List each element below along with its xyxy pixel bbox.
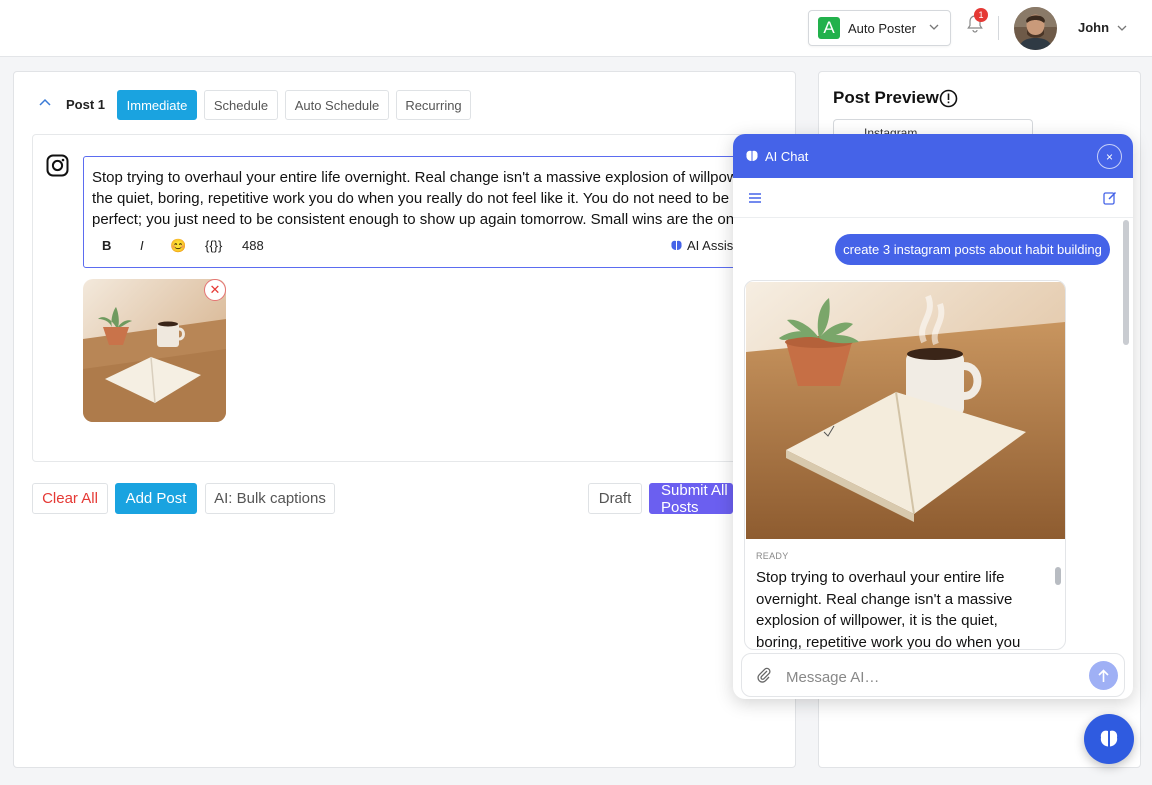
remove-image-button[interactable]: ✕ bbox=[204, 279, 226, 301]
send-button[interactable] bbox=[1089, 661, 1118, 690]
caption-editor[interactable]: Stop trying to overhaul your entire life… bbox=[83, 156, 783, 268]
status-label: READY bbox=[756, 551, 789, 561]
chevron-down-icon bbox=[929, 24, 939, 30]
ai-response-text: Stop trying to overhaul your entire life… bbox=[756, 569, 1021, 650]
close-chat-button[interactable]: × bbox=[1097, 144, 1122, 169]
bulk-captions-button[interactable]: AI: Bulk captions bbox=[205, 483, 335, 514]
ai-generated-image bbox=[746, 282, 1065, 539]
emoji-button[interactable]: 😊 bbox=[170, 238, 186, 254]
preview-title: Post Preview bbox=[833, 88, 939, 107]
ai-assist-label: AI Assist bbox=[687, 238, 737, 253]
post-image-thumbnail[interactable] bbox=[83, 279, 226, 422]
draft-button[interactable]: Draft bbox=[588, 483, 642, 514]
brain-icon bbox=[1100, 730, 1118, 747]
new-chat-icon[interactable] bbox=[1103, 191, 1117, 205]
ai-chat-panel: AI Chat × create 3 instagram posts about… bbox=[733, 134, 1133, 699]
clear-all-button[interactable]: Clear All bbox=[32, 483, 108, 514]
chat-title: AI Chat bbox=[765, 149, 809, 164]
submit-all-button[interactable]: Submit All Posts bbox=[649, 483, 733, 514]
workspace-selector[interactable]: A Auto Poster bbox=[808, 10, 951, 46]
chat-input-bar bbox=[741, 653, 1125, 697]
user-message: create 3 instagram posts about habit bui… bbox=[835, 234, 1110, 265]
ai-assist-button[interactable]: AI Assist bbox=[670, 238, 737, 253]
instagram-icon bbox=[46, 154, 69, 177]
tab-immediate[interactable]: Immediate bbox=[117, 90, 197, 120]
message-input[interactable] bbox=[786, 666, 1076, 688]
notification-count-badge: 1 bbox=[974, 8, 988, 22]
brain-icon bbox=[746, 150, 758, 161]
chevron-up-icon[interactable] bbox=[38, 97, 52, 109]
chevron-down-icon[interactable] bbox=[1116, 22, 1128, 34]
response-scrollbar[interactable] bbox=[1055, 567, 1061, 585]
ai-response-card: READY Stop trying to overhaul your entir… bbox=[744, 280, 1066, 650]
chat-header: AI Chat × bbox=[733, 134, 1133, 178]
workspace-logo: A bbox=[818, 17, 840, 39]
user-avatar[interactable] bbox=[1014, 7, 1057, 50]
chat-scrollbar[interactable] bbox=[1123, 220, 1129, 345]
tab-recurring[interactable]: Recurring bbox=[396, 90, 471, 120]
info-icon[interactable] bbox=[939, 89, 958, 108]
add-post-button[interactable]: Add Post bbox=[115, 483, 197, 514]
variables-button[interactable]: {{}} bbox=[205, 238, 222, 253]
bold-button[interactable]: B bbox=[102, 238, 111, 253]
menu-icon[interactable] bbox=[748, 192, 762, 204]
tab-auto-schedule[interactable]: Auto Schedule bbox=[285, 90, 389, 120]
character-count: 488 bbox=[242, 238, 264, 253]
workspace-name: Auto Poster bbox=[848, 20, 916, 36]
ai-chat-toggle-button[interactable] bbox=[1084, 714, 1134, 764]
paperclip-icon[interactable] bbox=[756, 667, 772, 683]
tab-schedule[interactable]: Schedule bbox=[204, 90, 278, 120]
divider bbox=[998, 16, 999, 40]
italic-button[interactable]: I bbox=[140, 238, 144, 253]
post-title: Post 1 bbox=[66, 97, 106, 112]
chat-toolbar bbox=[733, 178, 1133, 218]
user-name[interactable]: John bbox=[1078, 20, 1109, 35]
arrow-up-icon bbox=[1098, 668, 1109, 682]
caption-text[interactable]: Stop trying to overhaul your entire life… bbox=[92, 167, 782, 227]
brain-icon bbox=[671, 240, 682, 250]
